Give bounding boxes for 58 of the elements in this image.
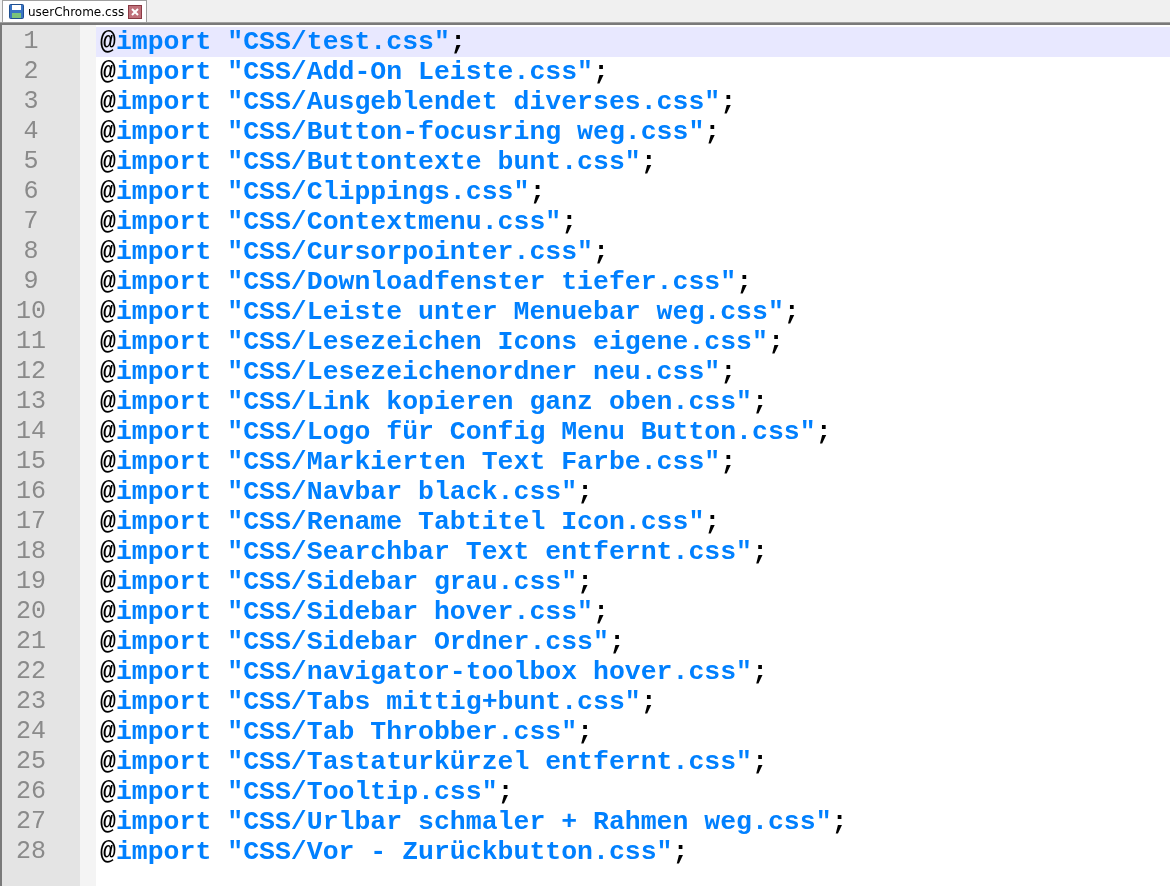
code-line: @import "CSS/Button-focusring weg.css";	[99, 117, 722, 147]
tab-title: userChrome.css	[28, 4, 125, 19]
line-number: 16	[15, 477, 47, 507]
code-line: @import "CSS/navigator-toolbox hover.css";	[99, 657, 769, 687]
line-number: 4	[22, 117, 40, 147]
code-line: @import "CSS/Searchbar Text entfernt.css";	[99, 537, 769, 567]
line-number: 23	[15, 687, 47, 717]
code-line: @import "CSS/Tastaturkürzel entfernt.css";	[99, 747, 769, 777]
code-line: @import "CSS/Markierten Text Farbe.css";	[99, 447, 738, 477]
line-number: 18	[15, 537, 47, 567]
code-line: @import "CSS/Tab Throbber.css";	[99, 717, 594, 747]
line-number: 13	[15, 387, 47, 417]
line-number: 9	[22, 267, 40, 297]
file-tab[interactable]: userChrome.css	[2, 0, 148, 22]
code-line: @import "CSS/Navbar black.css";	[99, 477, 594, 507]
line-number: 14	[15, 417, 47, 447]
code-line: @import "CSS/Sidebar hover.css";	[99, 597, 610, 627]
line-number: 21	[15, 627, 47, 657]
line-number: 25	[15, 747, 47, 777]
line-number: 12	[15, 357, 47, 387]
line-number: 15	[15, 447, 47, 477]
line-number: 7	[22, 207, 40, 237]
code-line: @import "CSS/Buttontexte bunt.css";	[99, 147, 658, 177]
line-number: 1	[22, 27, 40, 57]
line-number: 22	[15, 657, 47, 687]
code-line: @import "CSS/Leiste unter Menuebar weg.css";	[99, 297, 801, 327]
line-number: 5	[22, 147, 40, 177]
line-number: 6	[22, 177, 40, 207]
line-number: 20	[15, 597, 47, 627]
code-line: @import "CSS/Logo für Config Menu Button.css";	[99, 417, 833, 447]
code-line: @import "CSS/Downloadfenster tiefer.css";	[99, 267, 754, 297]
code-line: @import "CSS/Vor - Zurückbutton.css";	[99, 837, 690, 867]
code-line: @import "CSS/Rename Tabtitel Icon.css";	[99, 507, 722, 537]
close-icon[interactable]	[128, 4, 143, 19]
code-line: @import "CSS/Tooltip.css";	[99, 777, 515, 807]
code-line: @import "CSS/Link kopieren ganz oben.css";	[99, 387, 769, 417]
code-line: @import "CSS/Contextmenu.css";	[99, 207, 579, 237]
code-line: @import "CSS/Add-On Leiste.css";	[99, 57, 610, 87]
line-number: 19	[15, 567, 47, 597]
line-number: 17	[15, 507, 47, 537]
line-number: 26	[15, 777, 47, 807]
line-number: 8	[22, 237, 40, 267]
code-line: @import "CSS/Ausgeblendet diverses.css";	[99, 87, 738, 117]
line-number: 3	[22, 87, 40, 117]
code-line: @import "CSS/Sidebar grau.css";	[99, 567, 594, 597]
line-number: 24	[15, 717, 47, 747]
code-line: @import "CSS/Lesezeichenordner neu.css";	[99, 357, 738, 387]
code-line: @import "CSS/Tabs mittig+bunt.css";	[99, 687, 658, 717]
code-line: @import "CSS/Clippings.css";	[99, 177, 547, 207]
line-number: 10	[15, 297, 47, 327]
line-number: 11	[15, 327, 47, 357]
code-line: @import "CSS/Lesezeichen Icons eigene.css";	[99, 327, 785, 357]
code-line: @import "CSS/Sidebar Ordner.css";	[99, 627, 626, 657]
line-number: 27	[15, 807, 47, 837]
code-line: @import "CSS/Cursorpointer.css";	[99, 237, 610, 267]
line-number: 28	[15, 837, 47, 867]
code-line: @import "CSS/Urlbar schmaler + Rahmen weg.css";	[99, 807, 849, 837]
line-number: 2	[22, 57, 40, 87]
